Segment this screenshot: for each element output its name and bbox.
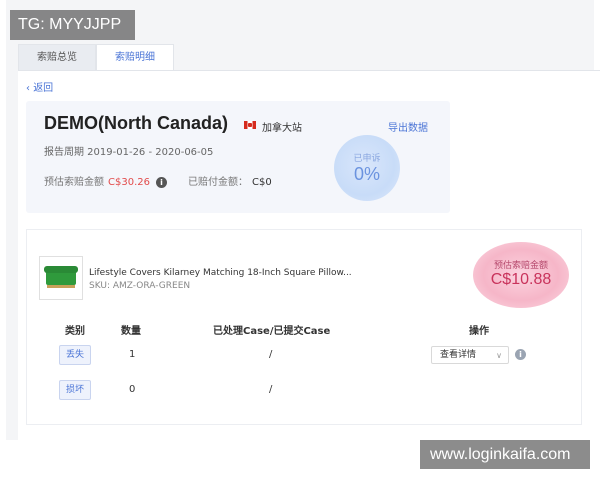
back-link[interactable]: ‹ 返回 [26,79,53,94]
estimated-claim: 预估索赔金额 C$30.26 i [44,173,167,188]
column-header-type: 类别 [65,326,85,337]
marketplace-region: 加拿大站 [262,123,302,134]
telegram-watermark: TG: MYYJJPP [10,10,135,40]
product-title[interactable]: Lifestyle Covers Kilarney Matching 18-In… [89,268,352,278]
table-row-cases: / [269,349,273,360]
report-period: 报告周期 2019-01-26 - 2020-06-05 [44,147,214,158]
appeal-rate-label: 已申诉 [353,154,381,164]
main-content: ‹ 返回 DEMO(North Canada) 加拿大站 导出数据 报告周期 2… [18,70,600,440]
view-details-select[interactable]: 查看详情 ∨ [431,346,509,364]
paid-amount: 已赔付金额： C$0 [188,177,272,188]
column-header-quantity: 数量 [121,326,141,337]
column-header-cases: 已处理Case/已提交Case [213,326,331,337]
paid-amount-value: C$0 [252,177,272,188]
info-icon[interactable]: i [155,176,167,188]
table-row-type-tag[interactable]: 损坏 [59,380,91,400]
table-row-cases: / [269,384,273,395]
product-claim-card: Lifestyle Covers Kilarney Matching 18-In… [26,229,582,425]
column-header-action: 操作 [469,326,489,337]
chevron-down-icon: ∨ [496,351,502,360]
table-row-quantity: 1 [129,349,136,360]
table-row-quantity: 0 [129,384,136,395]
tab-claims-detail[interactable]: 索赔明细 [96,44,174,70]
canada-flag-icon [244,121,256,129]
tab-bar: 索赔总览 索赔明细 [18,44,174,70]
appeal-rate-bubble: 已申诉 0% [334,135,400,201]
estimated-claim-value: C$30.26 [108,177,150,188]
product-sku: SKU: AMZ-ORA-GREEN [89,281,191,291]
store-name: DEMO(North Canada) [44,113,228,133]
appeal-rate-value: 0% [353,164,380,184]
product-estimated-claim-label: 预估索赔金额 [493,261,548,271]
info-icon[interactable]: i [515,349,526,360]
app-frame: 索赔总览 索赔明细 ‹ 返回 DEMO(North Canada) 加拿大站 导… [6,0,600,440]
export-data-link[interactable]: 导出数据 [388,119,428,134]
product-image [39,256,83,300]
tab-claims-overview[interactable]: 索赔总览 [18,44,96,70]
product-estimated-claim-value: C$10.88 [490,271,552,288]
product-estimated-claim-bubble: 预估索赔金额 C$10.88 [473,242,569,308]
table-row-type-tag[interactable]: 丢失 [59,345,91,365]
pillow-cover-icon [44,266,78,288]
store-summary-card: DEMO(North Canada) 加拿大站 导出数据 报告周期 2019-0… [26,101,450,213]
site-watermark: www.loginkaifa.com [420,440,590,469]
